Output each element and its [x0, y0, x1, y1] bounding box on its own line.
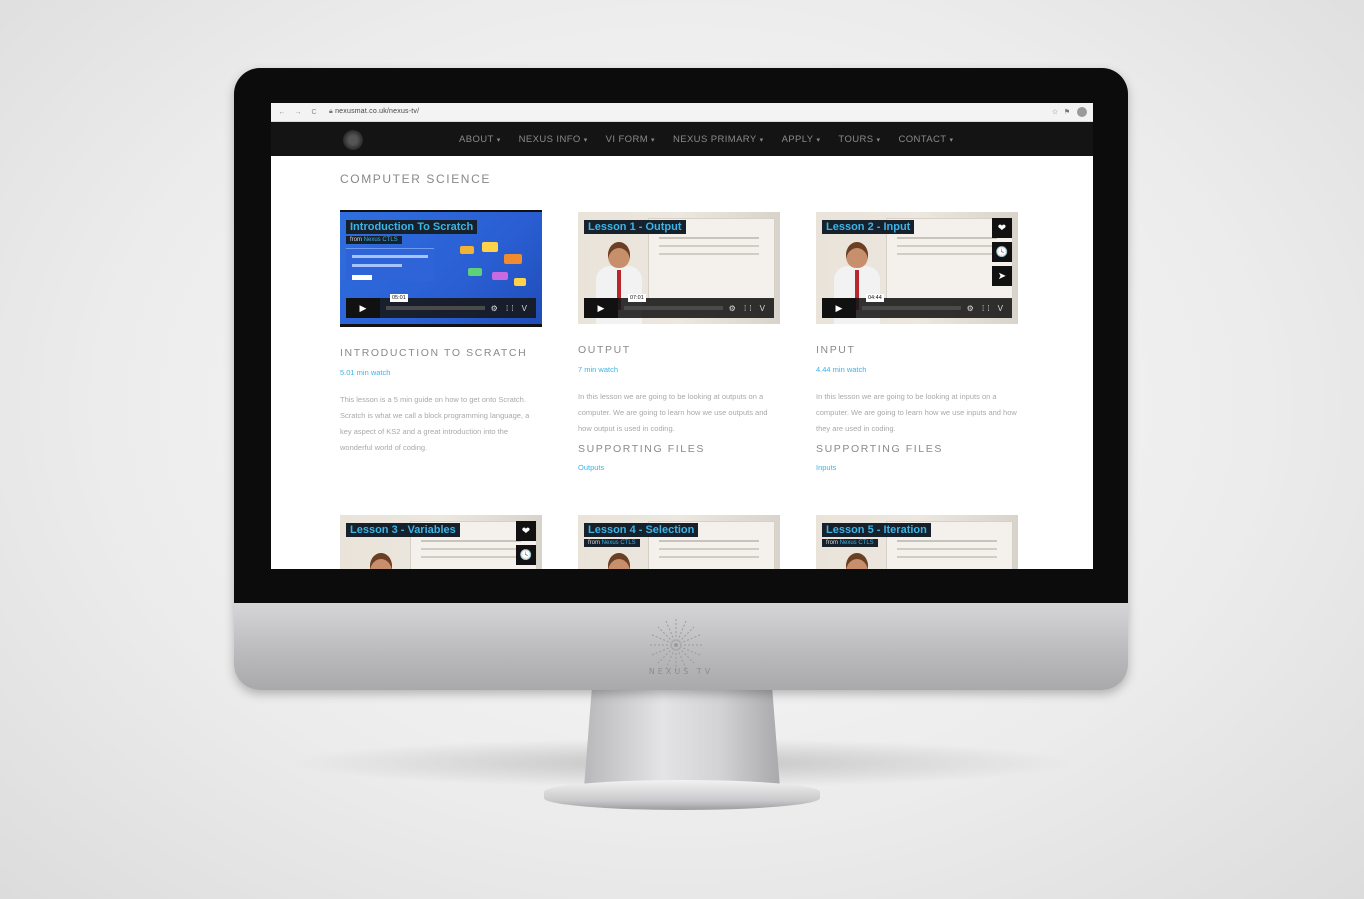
address-bar[interactable]: 🔒︎ nexusmat.co.uk/nexus-tv/	[329, 108, 1049, 116]
lock-icon: 🔒︎	[329, 108, 333, 115]
nav-vi-form[interactable]: VI FORM ▾	[606, 134, 655, 145]
video-title-tag: Introduction To Scratch	[346, 220, 478, 234]
nav-apply[interactable]: APPLY ▾	[782, 134, 821, 145]
supporting-file-link[interactable]: Outputs	[578, 463, 780, 472]
main-menu: ABOUT ▾ NEXUS INFO ▾ VI FORM ▾ NEXUS PRIMAR…	[459, 122, 971, 156]
lesson-card: Lesson 4 - Selection from Nexus CTLS	[578, 515, 780, 569]
player-settings-icons[interactable]: ⚙ ⁞⁞ V	[491, 304, 530, 313]
supporting-files-heading: SUPPORTING FILES	[578, 443, 705, 455]
chevron-down-icon: ▾	[496, 136, 501, 144]
site-logo[interactable]	[343, 130, 363, 150]
clock-icon[interactable]: 🕓	[516, 545, 536, 565]
video-title-tag: Lesson 4 - Selection	[584, 523, 699, 537]
video-from-tag: from Nexus CTLS	[346, 236, 402, 244]
scratch-preview	[346, 248, 434, 281]
clock-icon[interactable]: 🕓	[992, 242, 1012, 262]
lesson-title: INPUT	[816, 344, 856, 356]
video-controls: ▶ 07:01 ⚙ ⁞⁞ V	[584, 294, 774, 318]
profile-avatar[interactable]	[1077, 107, 1087, 117]
lesson-description: This lesson is a 5 min guide on how to g…	[340, 395, 530, 452]
address-url: nexusmat.co.uk/nexus-tv/	[335, 108, 420, 115]
supporting-files-heading: SUPPORTING FILES	[816, 443, 943, 455]
video-from-tag: from Nexus CTLS	[822, 539, 878, 547]
chevron-down-icon: ▾	[949, 136, 954, 144]
monitor-stand	[584, 688, 780, 788]
video-thumbnail[interactable]: Lesson 5 - Iteration from Nexus CTLS	[816, 515, 1018, 569]
lesson-duration: 5.01 min watch	[340, 368, 391, 377]
browser-toolbar: ← → C 🔒︎ nexusmat.co.uk/nexus-tv/ ☆ ⚑	[271, 103, 1093, 122]
video-thumbnail[interactable]: Lesson 3 - Variables ❤ 🕓	[340, 515, 542, 569]
lesson-duration: 7 min watch	[578, 365, 619, 374]
lesson-card: Lesson 1 - Output ▶ 07:01 ⚙ ⁞⁞ V OUTPUT …	[578, 212, 780, 472]
back-icon[interactable]: ←	[277, 109, 287, 116]
forward-icon[interactable]: →	[293, 109, 303, 116]
video-side-actions: ❤ 🕓 ➤	[992, 218, 1012, 290]
nexus-tv-logo-icon	[650, 619, 702, 671]
presenter-image	[596, 553, 642, 569]
nav-nexus-primary[interactable]: NEXUS PRIMARY ▾	[673, 134, 764, 145]
nexus-tv-wordmark: NEXUS TV	[648, 667, 714, 676]
nav-tours[interactable]: TOURS ▾	[838, 134, 880, 145]
supporting-file-link[interactable]: Inputs	[816, 463, 1018, 472]
lesson-title: INTRODUCTION TO SCRATCH	[340, 347, 528, 359]
nav-about[interactable]: ABOUT ▾	[459, 134, 501, 145]
presenter-image	[358, 553, 404, 569]
lesson-description: In this lesson we are going to be lookin…	[816, 392, 1017, 433]
screen: ← → C 🔒︎ nexusmat.co.uk/nexus-tv/ ☆ ⚑ AB…	[271, 103, 1093, 569]
time-readout: 04:44	[866, 294, 884, 302]
heart-icon[interactable]: ❤	[516, 521, 536, 541]
chevron-down-icon: ▾	[816, 136, 821, 144]
lesson-card: Lesson 2 - Input ❤ 🕓 ➤ ▶ 04:44 ⚙ ⁞⁞ V IN…	[816, 212, 1018, 472]
video-title-tag: Lesson 5 - Iteration	[822, 523, 931, 537]
video-title-tag: Lesson 2 - Input	[822, 220, 915, 234]
chevron-down-icon: ▾	[651, 136, 655, 144]
video-title-tag: Lesson 3 - Variables	[346, 523, 460, 537]
progress-bar[interactable]: 07:01	[624, 294, 723, 310]
page-title: COMPUTER SCIENCE	[340, 172, 491, 186]
presenter-image	[834, 553, 880, 569]
progress-bar[interactable]: 05:01	[386, 294, 485, 310]
play-button[interactable]: ▶	[584, 298, 618, 318]
lesson-title: OUTPUT	[578, 344, 631, 356]
lesson-card: Introduction To Scratch from Nexus CTLS …	[340, 210, 542, 456]
site-navbar: ABOUT ▾ NEXUS INFO ▾ VI FORM ▾ NEXUS PRIMAR…	[271, 122, 1093, 156]
player-settings-icons[interactable]: ⚙ ⁞⁞ V	[967, 304, 1006, 313]
video-controls: ▶ 05:01 ⚙ ⁞⁞ V	[346, 294, 536, 318]
video-thumbnail[interactable]: Lesson 4 - Selection from Nexus CTLS	[578, 515, 780, 569]
player-settings-icons[interactable]: ⚙ ⁞⁞ V	[729, 304, 768, 313]
video-thumbnail[interactable]: Introduction To Scratch from Nexus CTLS …	[340, 210, 542, 327]
monitor-chin: NEXUS TV	[234, 603, 1128, 690]
lesson-duration: 4.44 min watch	[816, 365, 867, 374]
lesson-card: Lesson 3 - Variables ❤ 🕓	[340, 515, 542, 569]
video-from-tag: from Nexus CTLS	[584, 539, 640, 547]
nav-contact[interactable]: CONTACT ▾	[898, 134, 953, 145]
heart-icon[interactable]: ❤	[992, 218, 1012, 238]
video-thumbnail[interactable]: Lesson 1 - Output ▶ 07:01 ⚙ ⁞⁞ V	[578, 212, 780, 324]
send-icon[interactable]: ➤	[992, 266, 1012, 286]
lesson-description: In this lesson we are going to be lookin…	[578, 392, 768, 433]
time-readout: 07:01	[628, 294, 646, 302]
lesson-card: Lesson 5 - Iteration from Nexus CTLS	[816, 515, 1018, 569]
video-controls: ▶ 04:44 ⚙ ⁞⁞ V	[822, 294, 1012, 318]
play-button[interactable]: ▶	[346, 298, 380, 318]
chevron-down-icon: ▾	[583, 136, 588, 144]
play-button[interactable]: ▶	[822, 298, 856, 318]
scratch-blocks-graphic	[460, 242, 530, 292]
video-side-actions: ❤ 🕓	[516, 521, 536, 569]
monitor-stand-base	[544, 780, 820, 810]
reload-icon[interactable]: C	[309, 109, 319, 116]
nav-nexus-info[interactable]: NEXUS INFO ▾	[519, 134, 588, 145]
chevron-down-icon: ▾	[759, 136, 764, 144]
progress-bar[interactable]: 04:44	[862, 294, 961, 310]
chevron-down-icon: ▾	[876, 136, 881, 144]
time-readout: 05:01	[390, 294, 408, 302]
video-thumbnail[interactable]: Lesson 2 - Input ❤ 🕓 ➤ ▶ 04:44 ⚙ ⁞⁞ V	[816, 212, 1018, 324]
video-title-tag: Lesson 1 - Output	[584, 220, 686, 234]
bookmark-icon[interactable]: ⚑	[1061, 108, 1073, 116]
star-icon[interactable]: ☆	[1049, 108, 1061, 116]
